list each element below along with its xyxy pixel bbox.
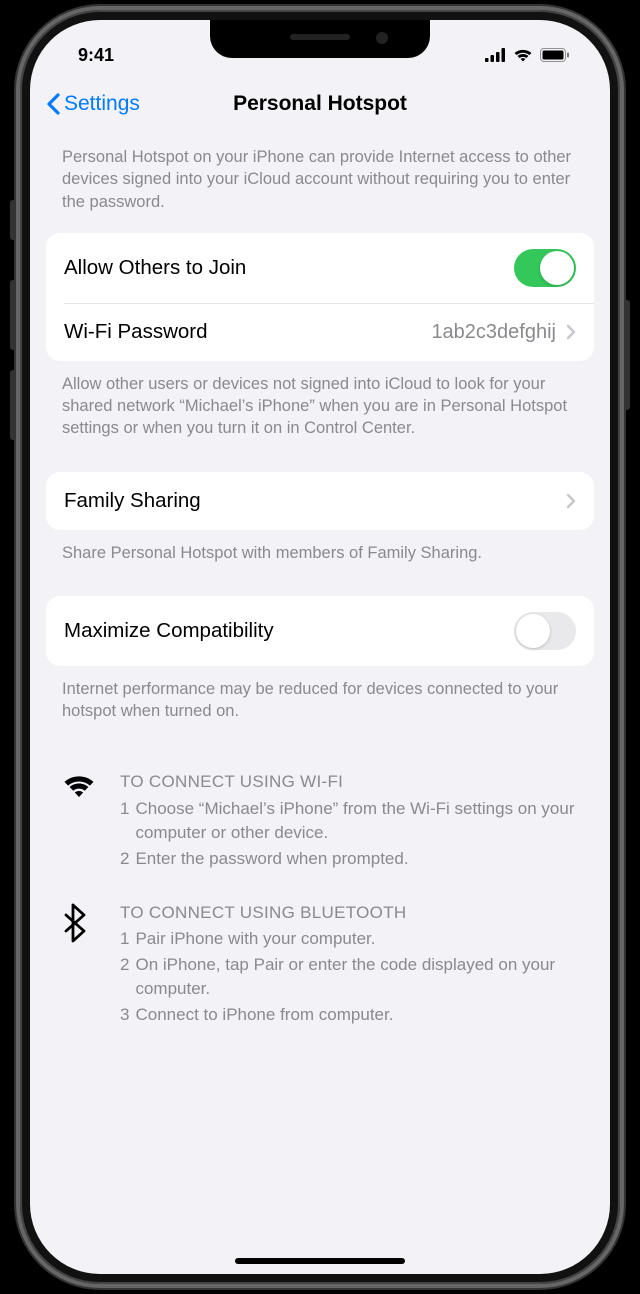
max-compat-toggle[interactable] [514, 612, 576, 650]
wifi-step-1: Choose “Michael’s iPhone” from the Wi-Fi… [135, 797, 578, 845]
silence-switch[interactable] [10, 200, 18, 240]
instructions: TO CONNECT USING WI-FI 1Choose “Michael’… [46, 734, 594, 1026]
group-compat: Maximize Compatibility [46, 596, 594, 666]
bluetooth-icon [62, 903, 86, 943]
row-family-sharing[interactable]: Family Sharing [46, 472, 594, 530]
allow-others-label: Allow Others to Join [64, 256, 246, 280]
chevron-right-icon [566, 493, 576, 509]
back-button[interactable]: Settings [46, 92, 140, 116]
allow-others-footer: Allow other users or devices not signed … [46, 361, 594, 452]
back-label: Settings [64, 92, 140, 116]
allow-others-toggle[interactable] [514, 249, 576, 287]
family-sharing-label: Family Sharing [64, 489, 201, 513]
bt-step-1: Pair iPhone with your computer. [135, 927, 375, 951]
status-time: 9:41 [66, 45, 114, 66]
instructions-wifi: TO CONNECT USING WI-FI 1Choose “Michael’… [62, 770, 578, 870]
volume-up-button[interactable] [10, 280, 18, 350]
row-max-compat[interactable]: Maximize Compatibility [46, 596, 594, 666]
wifi-inst-title: TO CONNECT USING WI-FI [120, 770, 578, 794]
max-compat-label: Maximize Compatibility [64, 619, 274, 643]
wifi-password-label: Wi-Fi Password [64, 320, 208, 344]
status-icons [485, 48, 574, 62]
bt-inst-title: TO CONNECT USING BLUETOOTH [120, 901, 578, 925]
power-button[interactable] [622, 300, 630, 410]
row-wifi-password[interactable]: Wi-Fi Password 1ab2c3defghij [64, 303, 594, 361]
battery-icon [540, 48, 570, 62]
max-compat-footer: Internet performance may be reduced for … [46, 666, 594, 735]
home-indicator[interactable] [235, 1258, 405, 1264]
group-hotspot: Allow Others to Join Wi-Fi Password 1ab2… [46, 233, 594, 361]
wifi-icon [62, 772, 96, 798]
bt-step-3: Connect to iPhone from computer. [135, 1003, 393, 1027]
row-allow-others[interactable]: Allow Others to Join [46, 233, 594, 303]
chevron-left-icon [46, 93, 60, 115]
notch [210, 20, 430, 58]
wifi-password-value: 1ab2c3defghij [431, 321, 556, 344]
chevron-right-icon [566, 324, 576, 340]
family-sharing-footer: Share Personal Hotspot with members of F… [46, 530, 594, 576]
cellular-icon [485, 48, 506, 62]
volume-down-button[interactable] [10, 370, 18, 440]
nav-bar: Settings Personal Hotspot [30, 76, 610, 134]
phone-frame: 9:41 Settings Personal Hotspot Personal … [20, 10, 620, 1284]
screen: 9:41 Settings Personal Hotspot Personal … [30, 20, 610, 1274]
bt-step-2: On iPhone, tap Pair or enter the code di… [135, 953, 578, 1001]
group-family: Family Sharing [46, 472, 594, 530]
content: Personal Hotspot on your iPhone can prov… [30, 134, 610, 1027]
page-title: Personal Hotspot [233, 92, 407, 116]
instructions-bluetooth: TO CONNECT USING BLUETOOTH 1Pair iPhone … [62, 901, 578, 1027]
intro-text: Personal Hotspot on your iPhone can prov… [46, 134, 594, 225]
wifi-step-2: Enter the password when prompted. [135, 847, 408, 871]
wifi-icon [513, 48, 533, 62]
